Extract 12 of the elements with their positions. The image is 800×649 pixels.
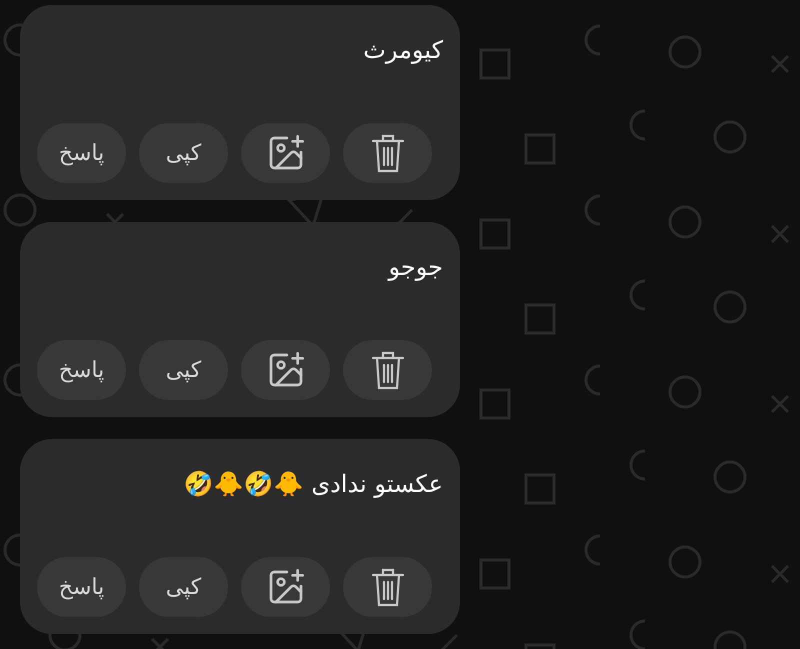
reply-button[interactable]: پاسخ [37,123,126,183]
message-text: کیومرث [363,35,443,66]
message-text: عکستو ندادی 🐥🤣🐥🤣 [184,469,443,500]
copy-button[interactable]: کپی [139,340,228,400]
reply-button[interactable]: پاسخ [37,557,126,617]
trash-icon [370,350,404,390]
copy-button[interactable]: کپی [139,557,228,617]
reply-button[interactable]: پاسخ [37,340,126,400]
trash-icon [370,567,404,607]
message-text: جوجو [388,252,443,283]
trash-icon [370,133,404,173]
copy-button[interactable]: کپی [139,123,228,183]
